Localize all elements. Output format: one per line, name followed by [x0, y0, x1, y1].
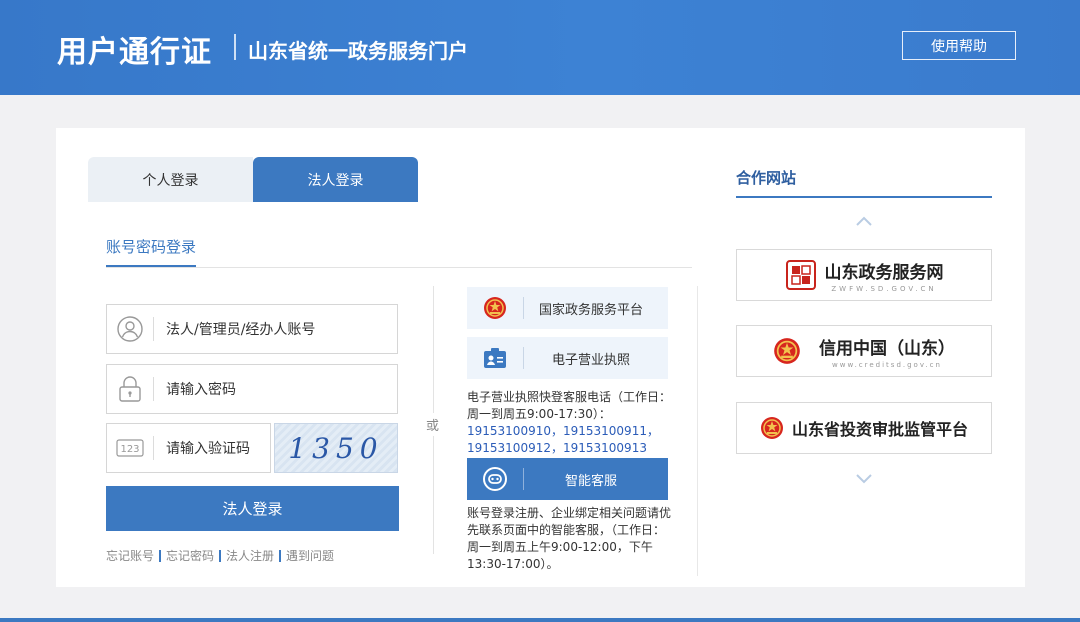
captcha-placeholder: 请输入验证码 [166, 441, 250, 457]
hotline-phones-1: 19153100910，19153100911， [467, 424, 659, 438]
footer-accent-bar [0, 618, 1080, 622]
page-header: 用户通行证 山东省统一政务服务门户 使用帮助 [0, 0, 1080, 95]
smart-customer-service-label: 智能客服 [564, 473, 617, 489]
column-divider [697, 286, 698, 576]
help-links: 忘记账号 忘记密码 法人注册 遇到问题 [106, 547, 334, 564]
chat-robot-icon [467, 466, 523, 492]
ai-info-line-4: 13:30-17:00）。 [467, 557, 559, 571]
partner-3-name: 山东省投资审批监管平台 [791, 420, 968, 439]
password-input[interactable]: 请输入密码 [106, 364, 398, 414]
svg-text:123: 123 [120, 444, 139, 455]
ai-info-line-3: 周一到周五上午9:00-12:00，下午 [467, 540, 653, 554]
sub-tab-divider [106, 267, 692, 268]
shandong-seal-icon [785, 260, 816, 290]
partner-2-name: 信用中国（山东） [819, 338, 955, 359]
forgot-account-link[interactable]: 忘记账号 [106, 547, 154, 564]
e-license-hotline-info: 电子营业执照快登客服电话（工作日： 周一到周五9:00-17:30）： 1915… [467, 389, 682, 457]
lock-icon [107, 365, 153, 413]
help-button[interactable]: 使用帮助 [902, 31, 1016, 60]
user-icon [107, 305, 153, 353]
national-gov-platform-label: 国家政务服务平台 [538, 302, 643, 318]
partner-sites-title: 合作网站 [736, 169, 797, 187]
partner-shandong-gov-service[interactable]: 山东政务服务网 ZWFW.SD.GOV.CN [736, 249, 992, 301]
tab-personal-login[interactable]: 个人登录 [88, 157, 253, 202]
chevron-up-icon[interactable] [854, 214, 874, 228]
id-card-icon [467, 347, 523, 369]
page-title: 用户通行证 [57, 35, 212, 70]
captcha-image[interactable]: 1350 [274, 423, 398, 473]
national-emblem-icon [467, 296, 523, 320]
ai-info-line-1: 账号登录注册、企业绑定相关问题请优 [467, 506, 672, 520]
or-label: 或 [426, 413, 440, 436]
partner-2-domain: www.creditsd.gov.cn [832, 360, 942, 369]
national-emblem-icon [774, 338, 800, 364]
forgot-password-link[interactable]: 忘记密码 [166, 547, 214, 564]
captcha-input[interactable]: 123 请输入验证码 [106, 423, 271, 473]
title-separator [234, 34, 236, 60]
national-gov-platform-button[interactable]: 国家政务服务平台 [467, 287, 668, 329]
chevron-down-icon[interactable] [854, 472, 874, 486]
account-placeholder: 法人/管理员/经办人账号 [166, 322, 316, 338]
smart-customer-service-button[interactable]: 智能客服 [467, 458, 668, 500]
e-license-button[interactable]: 电子营业执照 [467, 337, 668, 379]
e-license-label: 电子营业执照 [551, 352, 630, 368]
ai-info-line-2: 先联系页面中的智能客服，（工作日： [467, 523, 666, 537]
link-separator [279, 549, 282, 562]
tab-corporate-login[interactable]: 法人登录 [253, 157, 418, 202]
numeric-123-icon: 123 [107, 424, 153, 472]
corporate-login-button[interactable]: 法人登录 [106, 486, 399, 531]
partner-1-name: 山东政务服务网 [824, 262, 944, 283]
hotline-phones-2: 19153100912，19153100913 [467, 441, 647, 455]
tab-account-password-login[interactable]: 账号密码登录 [106, 236, 196, 257]
partner-credit-china-shandong[interactable]: 信用中国（山东） www.creditsd.gov.cn [736, 325, 992, 377]
partner-shandong-investment-approval[interactable]: 山东省投资审批监管平台 [736, 402, 992, 454]
portal-subtitle: 山东省统一政务服务门户 [248, 39, 468, 63]
problems-link[interactable]: 遇到问题 [286, 547, 334, 564]
account-input[interactable]: 法人/管理员/经办人账号 [106, 304, 398, 354]
link-separator [159, 549, 162, 562]
national-emblem-icon [760, 417, 783, 439]
corporate-register-link[interactable]: 法人注册 [226, 547, 274, 564]
partner-title-underline [736, 196, 992, 198]
smart-service-info: 账号登录注册、企业绑定相关问题请优 先联系页面中的智能客服，（工作日： 周一到周… [467, 505, 682, 573]
link-separator [219, 549, 222, 562]
partner-1-domain: ZWFW.SD.GOV.CN [831, 284, 937, 293]
hotline-line-2: 周一到周五9:00-17:30）： [467, 407, 611, 421]
password-placeholder: 请输入密码 [166, 382, 236, 398]
hotline-line-1: 电子营业执照快登客服电话（工作日： [467, 390, 672, 404]
